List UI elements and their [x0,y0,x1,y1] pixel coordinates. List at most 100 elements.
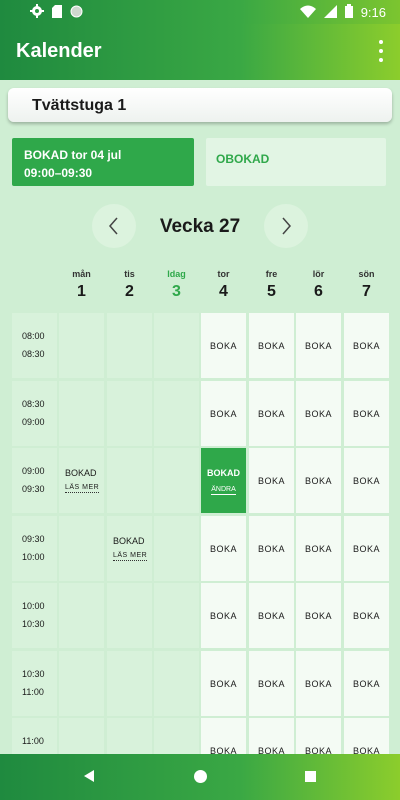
time-cell: 08:30 09:00 [12,380,57,446]
book-slot-button[interactable]: BOKA [201,650,246,716]
day-header: mån 1 [59,269,104,309]
book-slot-button[interactable]: BOKA [344,313,389,378]
day-header: tis 2 [107,269,152,309]
time-cell: 08:00 08:30 [12,313,57,378]
system-nav-bar [0,754,400,800]
book-label: BOKA [304,476,332,486]
time-cell: 09:00 09:30 [12,448,57,513]
read-more-link[interactable]: LÄS MER [113,552,148,561]
sd-card-icon [52,4,62,21]
day-name: sön [358,269,375,279]
booked-label: BOKAD [207,468,240,478]
slot-cell-unavailable [107,718,152,754]
wifi-icon [299,5,316,21]
booked-summary-card[interactable]: BOKAD tor 04 jul 09:00–09:30 [12,138,194,186]
book-slot-button[interactable]: BOKA [249,448,294,513]
book-slot-button[interactable]: BOKA [201,718,246,754]
slot-cell-unavailable [59,718,104,754]
book-label: BOKA [352,341,380,351]
book-slot-button[interactable]: BOKA [296,718,341,754]
slot-cell-unavailable [59,515,104,581]
slot-end: 09:00 [22,416,45,427]
book-label: BOKA [352,476,380,486]
unbooked-card[interactable]: OBOKAD [206,138,386,186]
book-label: BOKA [352,746,380,754]
unbooked-label: OBOKAD [216,152,270,166]
home-icon[interactable] [194,770,207,783]
slot-cell-unavailable [154,718,199,754]
book-slot-button[interactable]: BOKA [249,583,294,648]
back-icon[interactable] [84,770,94,782]
read-more-link[interactable]: LÄS MER [65,484,100,493]
slot-start: 08:00 [22,331,45,341]
app-bar: Kalender [0,24,400,80]
book-label: BOKA [257,611,285,621]
book-label: BOKA [352,408,380,419]
book-slot-button[interactable]: BOKA [201,380,246,446]
book-slot-button[interactable]: BOKA [344,583,389,648]
book-slot-button[interactable]: BOKA [201,583,246,648]
book-slot-button[interactable]: BOKA [249,380,294,446]
slot-cell-unavailable [107,448,152,513]
more-vert-icon[interactable] [376,40,386,62]
book-slot-button[interactable]: BOKA [344,515,389,581]
book-slot-button[interactable]: BOKA [344,380,389,446]
booked-summary-title: BOKAD tor 04 jul [24,148,122,162]
slot-start: 08:30 [22,398,45,409]
gear-icon [30,4,44,21]
book-slot-button[interactable]: BOKA [296,650,341,716]
book-slot-button[interactable]: BOKA [344,650,389,716]
book-slot-button[interactable]: BOKA [344,448,389,513]
day-name: tor [217,269,230,279]
week-title: Vecka 27 [159,216,241,237]
book-slot-button[interactable]: BOKA [296,515,341,581]
book-slot-button[interactable]: BOKA [296,448,341,513]
book-slot-button[interactable]: BOKA [344,718,389,754]
book-slot-button[interactable]: BOKA [296,313,341,378]
chevron-right-icon [282,217,291,235]
book-label: BOKA [209,746,237,754]
slot-cell-unavailable [154,650,199,716]
day-number: 4 [219,283,228,300]
book-slot-button[interactable]: BOKA [249,313,294,378]
book-label: BOKA [209,341,237,351]
slot-cell-unavailable [154,380,199,446]
day-name: lör [312,269,325,279]
day-number: 5 [267,283,276,300]
slot-cell-unavailable [59,380,104,446]
slot-end: 09:30 [22,484,45,494]
recents-icon[interactable] [305,771,316,782]
my-booking-slot[interactable]: BOKAD ÄNDRA [201,448,246,513]
facility-selector[interactable]: Tvättstuga 1 [8,88,392,122]
slot-end: 11:00 [22,686,44,697]
slot-cell-unavailable [59,313,104,378]
book-label: BOKA [352,611,380,621]
next-week-button[interactable] [264,204,308,248]
book-slot-button[interactable]: BOKA [249,515,294,581]
facility-name: Tvättstuga 1 [32,97,127,114]
slot-end: 10:30 [22,619,45,629]
slot-cell-unavailable [154,583,199,648]
slot-cell-unavailable [59,650,104,716]
time-cell: 11:0011:30 [12,718,57,754]
book-slot-button[interactable]: BOKA [201,313,246,378]
change-booking-link[interactable]: ÄNDRA [211,486,236,495]
day-number: 3 [172,283,181,300]
book-slot-button[interactable]: BOKA [296,583,341,648]
book-label: BOKA [257,746,285,754]
book-slot-button[interactable]: BOKA [296,380,341,446]
book-slot-button[interactable]: BOKA [201,515,246,581]
day-header: sön 7 [344,269,389,309]
app-title: Kalender [16,40,102,62]
slot-start: 09:30 [22,533,45,544]
book-slot-button[interactable]: BOKA [249,718,294,754]
day-number: 2 [125,283,134,300]
book-label: BOKA [257,543,285,554]
day-number: 1 [77,283,86,300]
booked-slot: BOKAD LÄS MER [107,515,152,581]
day-header: lör 6 [296,269,341,309]
slot-start: 10:30 [22,668,45,679]
slot-cell-unavailable [154,313,199,378]
day-name: Idag [167,269,186,279]
book-slot-button[interactable]: BOKA [249,650,294,716]
